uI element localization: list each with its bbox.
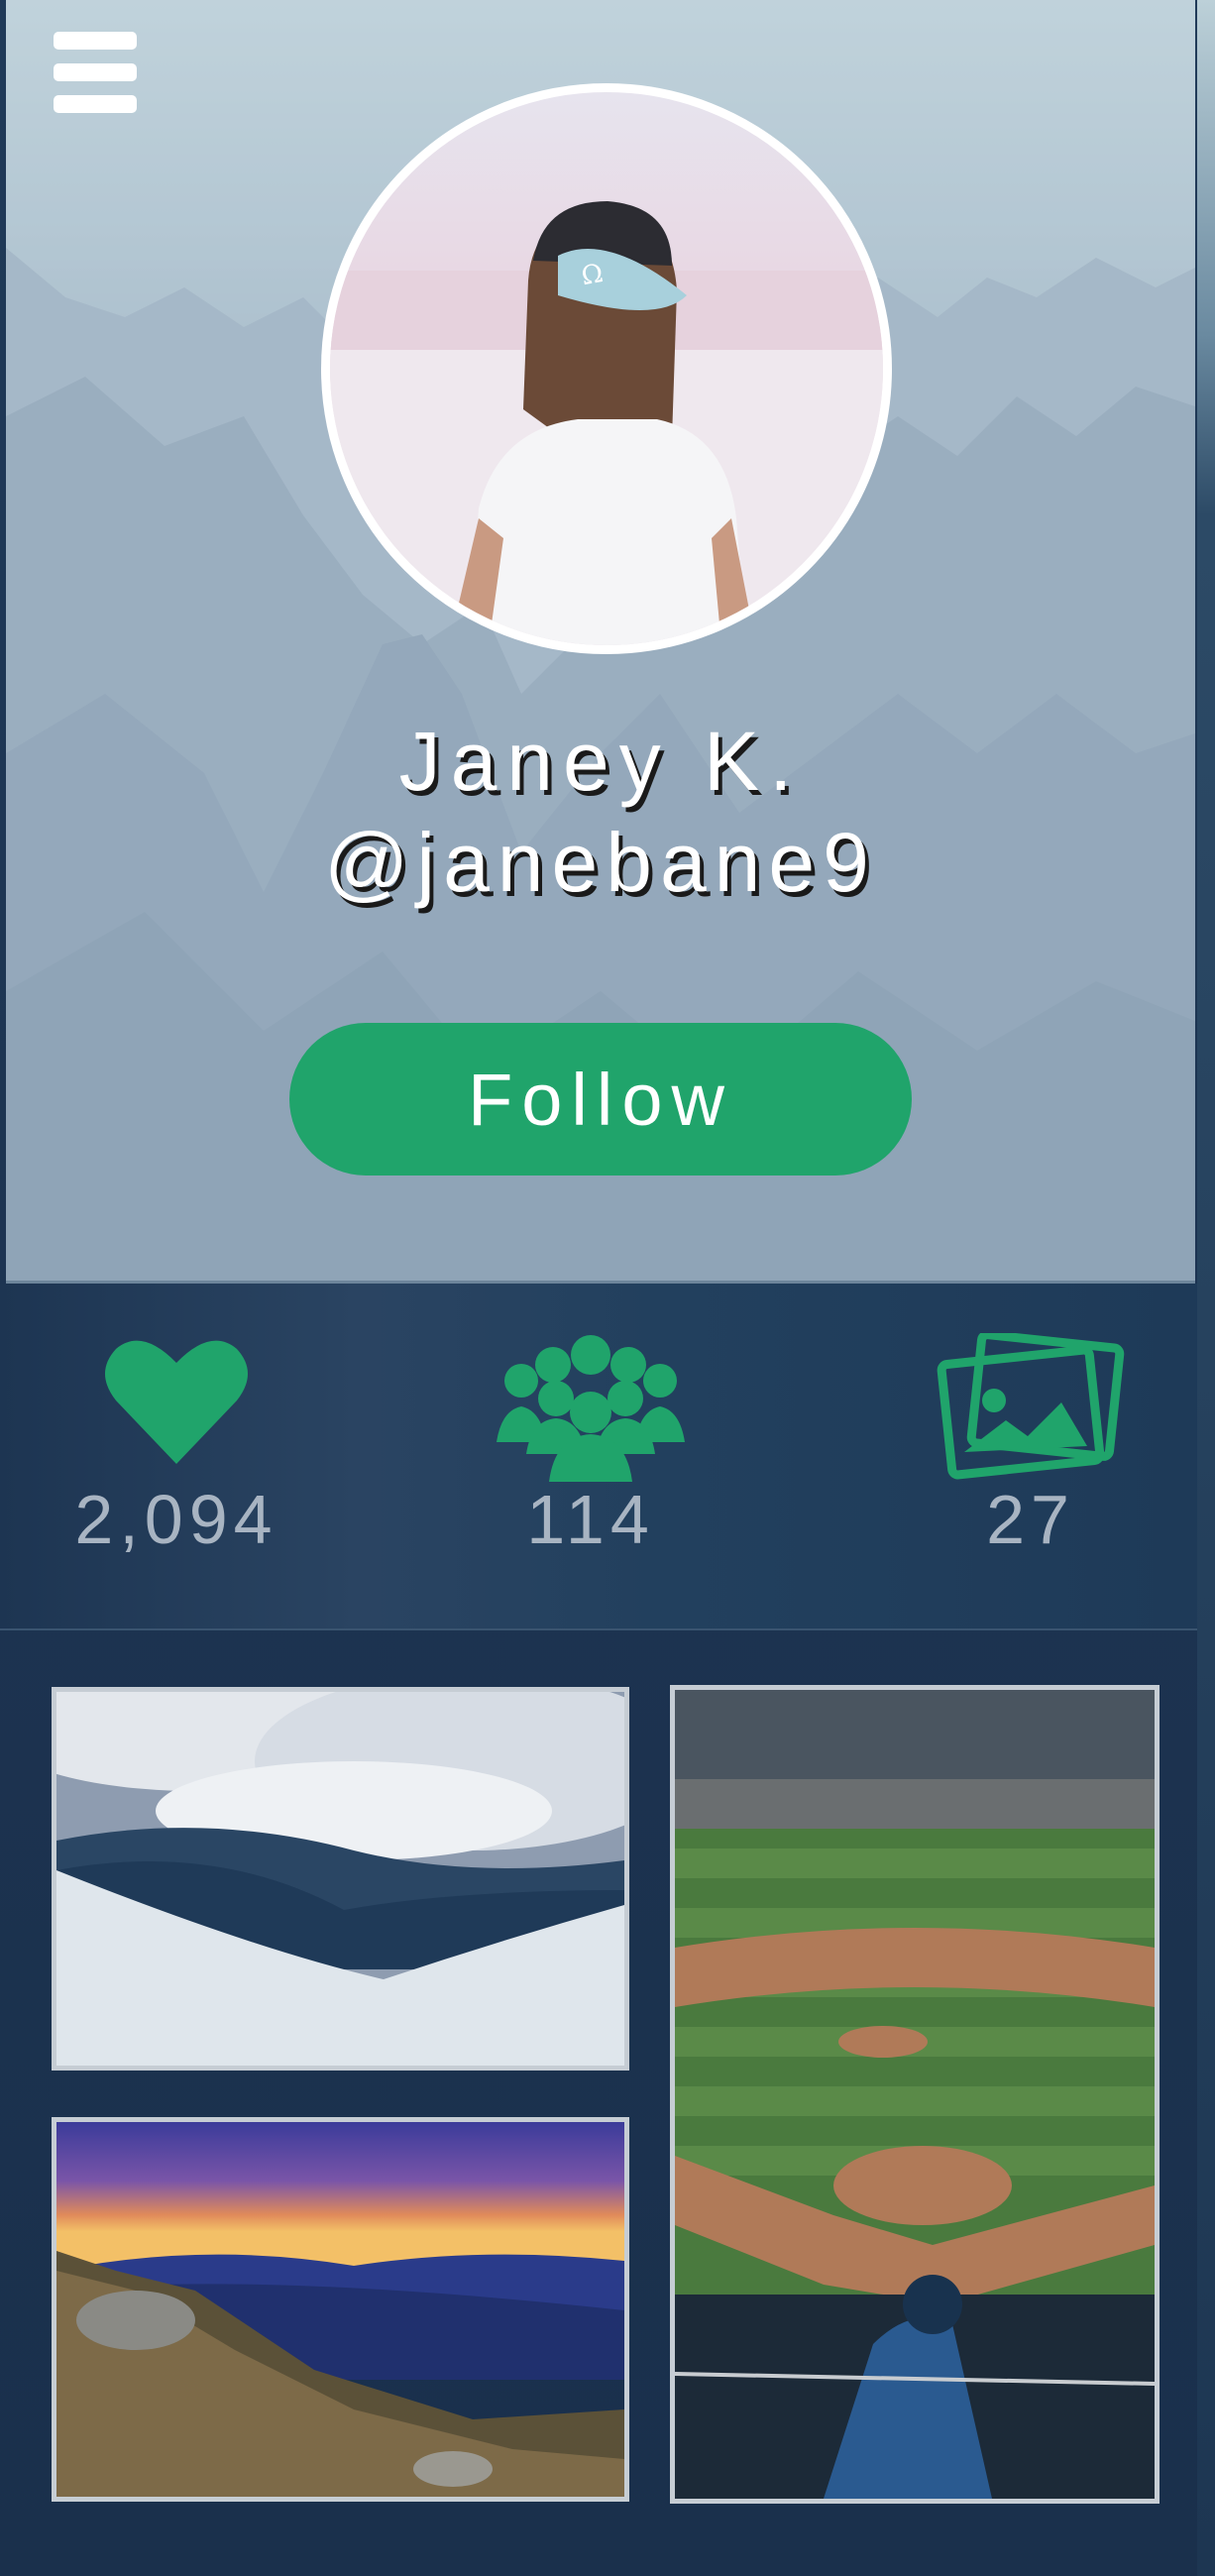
profile-header: Ω Janey K. @janebane9 Follow: [6, 0, 1195, 1284]
follow-button[interactable]: Follow: [289, 1023, 912, 1176]
snowy-mountain-image: [56, 1692, 624, 2066]
baseball-field-image: [675, 1690, 1155, 2499]
menu-bar: [54, 63, 137, 81]
baseball-stadium-photo[interactable]: [670, 1685, 1160, 2504]
profile-handle: @janebane9: [324, 816, 877, 909]
friends-count: 114: [526, 1481, 655, 1558]
right-edge: [1197, 0, 1215, 2576]
group-icon: [497, 1335, 685, 1482]
mountain-sunset-photo[interactable]: [52, 2117, 629, 2502]
photo-gallery: [0, 1630, 1215, 2576]
profile-screen: Ω Janey K. @janebane9 Follow 2,094 114 2…: [0, 0, 1215, 2576]
heart-icon: [105, 1340, 248, 1464]
photos-icon: [937, 1333, 1125, 1480]
friends-stat[interactable]: 114: [472, 1284, 710, 1628]
snowy-mountain-photo[interactable]: [52, 1687, 629, 2071]
menu-bar: [54, 95, 137, 113]
likes-stat[interactable]: 2,094: [57, 1284, 295, 1628]
stats-bar: 2,094 114 27: [0, 1284, 1201, 1630]
profile-name: Janey K.: [398, 715, 803, 808]
profile-avatar[interactable]: Ω: [321, 83, 892, 654]
sunset-image: [56, 2122, 624, 2497]
hamburger-menu-icon[interactable]: [50, 30, 141, 117]
likes-count: 2,094: [74, 1481, 278, 1558]
photos-stat[interactable]: 27: [912, 1284, 1150, 1628]
avatar-image: Ω: [330, 201, 883, 645]
menu-bar: [54, 32, 137, 50]
photos-count: 27: [986, 1481, 1075, 1558]
